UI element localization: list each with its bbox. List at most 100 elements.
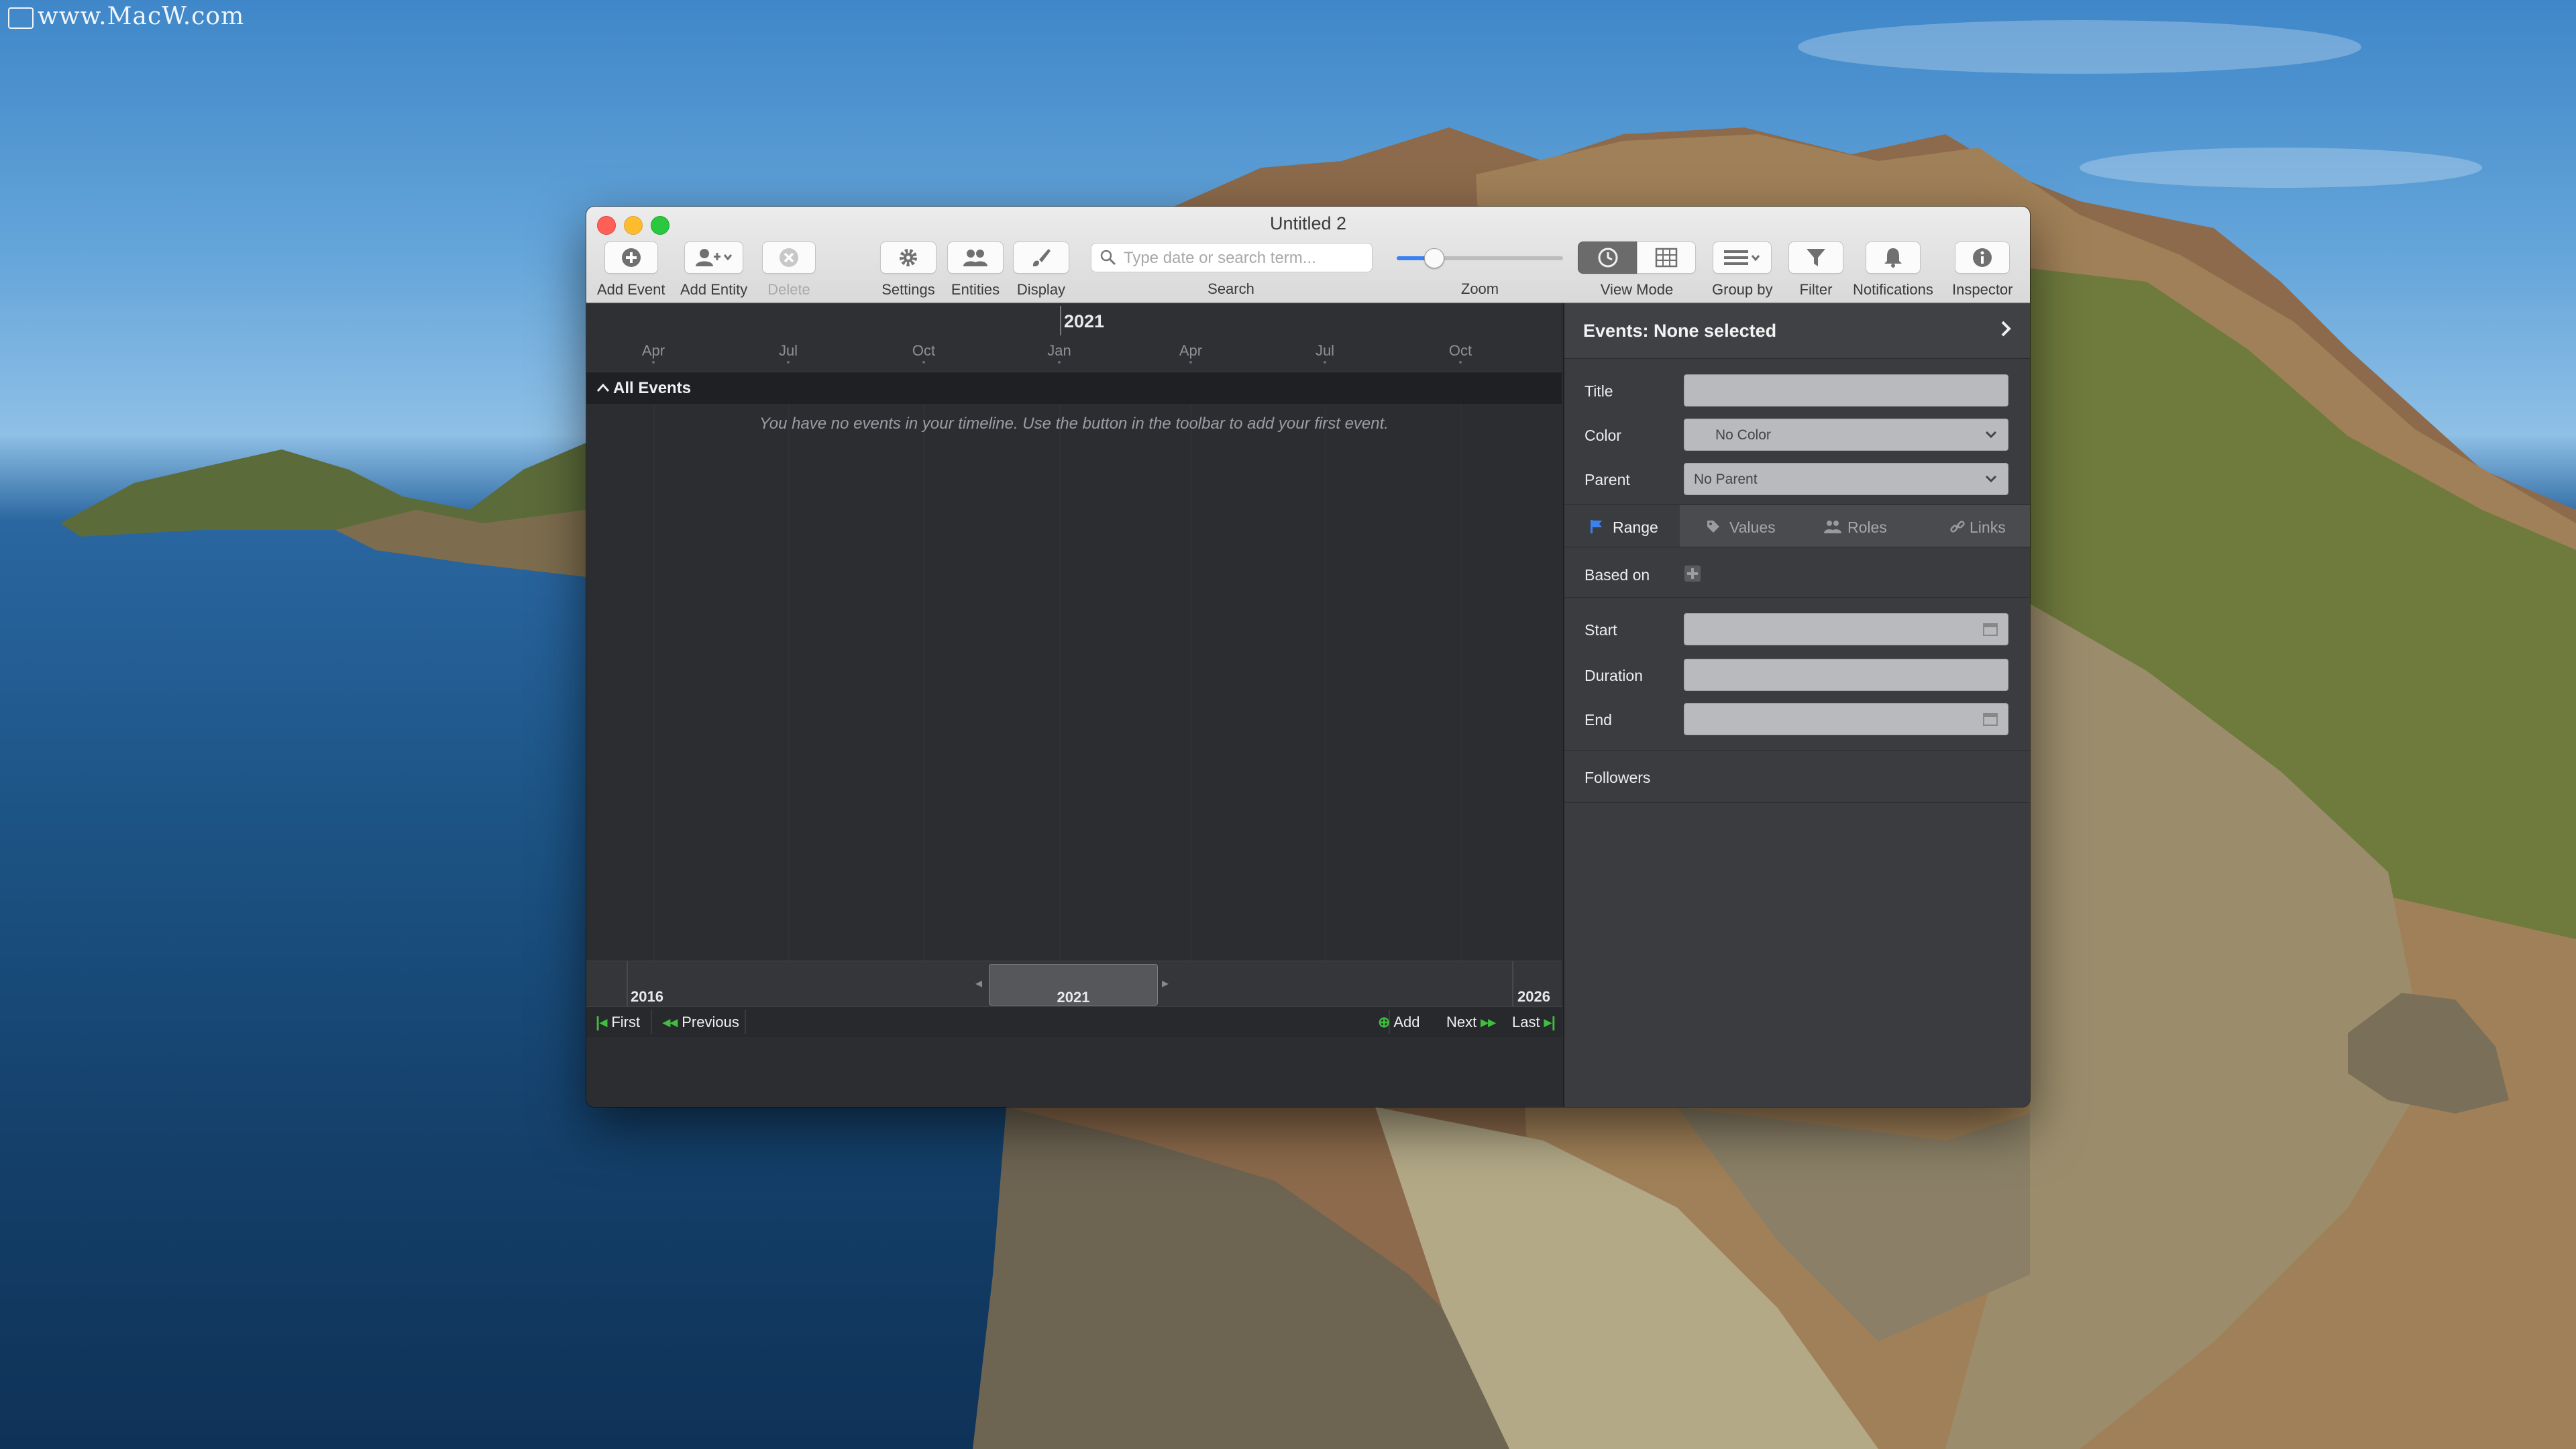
display-label: Display (1016, 281, 1066, 298)
duration-row: Duration (1564, 653, 2030, 698)
display-button[interactable]: Display (1013, 241, 1069, 299)
flag-icon (1591, 520, 1602, 533)
divider (1564, 802, 2030, 803)
timeline-grid[interactable]: You have no events in your timeline. Use… (586, 404, 1562, 961)
start-date-field[interactable] (1684, 613, 2008, 645)
color-select[interactable]: No Color (1684, 419, 2008, 451)
delete-label: Delete (767, 281, 810, 298)
settings-button[interactable]: Settings (880, 241, 936, 299)
tab-links-label: Links (1970, 519, 2006, 536)
group-header-all-events[interactable]: All Events (586, 372, 1562, 405)
nav-separator (745, 1010, 746, 1034)
entities-button[interactable]: Entities (947, 241, 1004, 299)
previous-button[interactable]: ◂◂ Previous (663, 1014, 739, 1031)
view-mode-label: View Mode (1600, 281, 1674, 298)
add-nav-button[interactable]: ⊕ Add (1378, 1014, 1420, 1031)
gridline (1460, 404, 1462, 961)
info-icon (1973, 248, 1992, 267)
filter-label: Filter (1799, 281, 1833, 298)
overview-start-year: 2016 (631, 988, 663, 1005)
timeline-overview[interactable]: 2016 ◂ 2021 ▸ 2026 (586, 961, 1562, 1007)
add-label: Add (1393, 1014, 1420, 1030)
delete-button[interactable]: Delete (762, 241, 816, 299)
link-icon (1950, 521, 1965, 533)
add-event-button[interactable]: Add Event (597, 241, 665, 299)
add-entity-button[interactable]: Add Entity (680, 241, 747, 299)
followers-row: Followers (1564, 755, 2030, 800)
zoom-slider[interactable] (1397, 248, 1563, 268)
timeline-axis: 2021 Apr Jul Oct Jan Apr Jul Oct (586, 303, 1562, 372)
tab-values-label: Values (1729, 519, 1776, 536)
overview-right-handle-icon[interactable]: ▸ (1162, 975, 1169, 991)
tab-roles[interactable]: Roles (1796, 505, 1913, 547)
parent-select[interactable]: No Parent (1684, 463, 2008, 495)
plus-circle-icon (621, 248, 641, 267)
last-icon: ▸| (1544, 1014, 1556, 1030)
month-tick (1189, 361, 1192, 364)
inspector-header: Events: None selected (1564, 303, 2030, 359)
inspector-title: Events: None selected (1583, 321, 1777, 341)
add-person-icon (696, 249, 733, 266)
overview-visible-window[interactable]: 2021 (989, 964, 1158, 1006)
title-input[interactable] (1684, 375, 2008, 406)
timeline-navigation-bar: |◂ First ◂◂ Previous ⊕ Add Next ▸▸ Last … (586, 1006, 1562, 1038)
zoom-slider-thumb[interactable] (1424, 248, 1444, 268)
watermark-icon (8, 7, 34, 29)
color-row: Color No Color (1564, 413, 2030, 458)
chevron-up-icon[interactable] (596, 382, 610, 394)
app-window: Untitled 2 Add Event Add Entity Delete S… (586, 207, 2030, 1107)
zoom-label: Zoom (1460, 280, 1499, 297)
search-icon (1100, 250, 1116, 266)
notifications-label: Notifications (1853, 281, 1933, 298)
search-input[interactable] (1122, 244, 1366, 273)
first-button[interactable]: |◂ First (596, 1014, 640, 1031)
next-icon: ▸▸ (1481, 1014, 1496, 1030)
tab-values[interactable]: Values (1680, 505, 1796, 547)
nav-separator (651, 1010, 652, 1034)
delete-x-icon (780, 248, 798, 267)
followers-label: Followers (1585, 769, 1651, 786)
end-date-field[interactable] (1684, 703, 2008, 735)
gridline (924, 404, 925, 961)
tab-range[interactable]: Range (1564, 505, 1680, 547)
calendar-icon[interactable] (1982, 712, 1998, 727)
last-button[interactable]: Last ▸| (1512, 1014, 1556, 1031)
inspector-panel: Events: None selected Title Color No Col… (1563, 303, 2030, 1107)
overview-left-handle-icon[interactable]: ◂ (975, 975, 982, 991)
next-button[interactable]: Next ▸▸ (1446, 1014, 1495, 1031)
group-by-button[interactable]: Group by (1712, 241, 1773, 299)
notifications-button[interactable]: Notifications (1853, 241, 1933, 299)
filter-button[interactable]: Filter (1788, 241, 1843, 299)
inspector-button[interactable]: Inspector (1952, 241, 2013, 299)
gridline (1059, 404, 1061, 961)
calendar-icon[interactable] (1982, 622, 1998, 637)
chevron-down-icon (1985, 475, 1997, 483)
duration-label: Duration (1585, 667, 1643, 684)
add-based-on-icon[interactable] (1684, 565, 1701, 582)
empty-timeline-message: You have no events in your timeline. Use… (759, 415, 1389, 433)
month-tick (1459, 361, 1462, 364)
month-label: Oct (1448, 342, 1472, 359)
chevron-down-icon (1985, 431, 1997, 439)
month-tick (922, 361, 925, 364)
month-tick (787, 361, 790, 364)
chevron-right-icon[interactable] (1996, 318, 2015, 339)
first-icon: |◂ (596, 1014, 608, 1030)
watermark: www.MacW.com (8, 3, 244, 30)
view-mode-timeline-button[interactable] (1578, 241, 1638, 274)
duration-field[interactable] (1684, 659, 2008, 691)
tab-range-label: Range (1613, 519, 1658, 536)
people-icon (1824, 521, 1841, 533)
inspector-label: Inspector (1952, 281, 2013, 298)
duration-input[interactable] (1684, 659, 2008, 690)
tab-links[interactable]: Links (1913, 505, 2030, 547)
view-mode-grid-button[interactable] (1637, 241, 1696, 274)
month-label: Jul (778, 342, 798, 359)
title-field[interactable] (1684, 374, 2008, 407)
overview-tick (1512, 961, 1513, 1007)
watermark-text: www.MacW.com (38, 3, 245, 30)
parent-label: Parent (1585, 471, 1630, 488)
search-field[interactable] (1091, 243, 1373, 273)
year-label: 2021 (1064, 311, 1105, 331)
funnel-icon (1807, 249, 1825, 266)
